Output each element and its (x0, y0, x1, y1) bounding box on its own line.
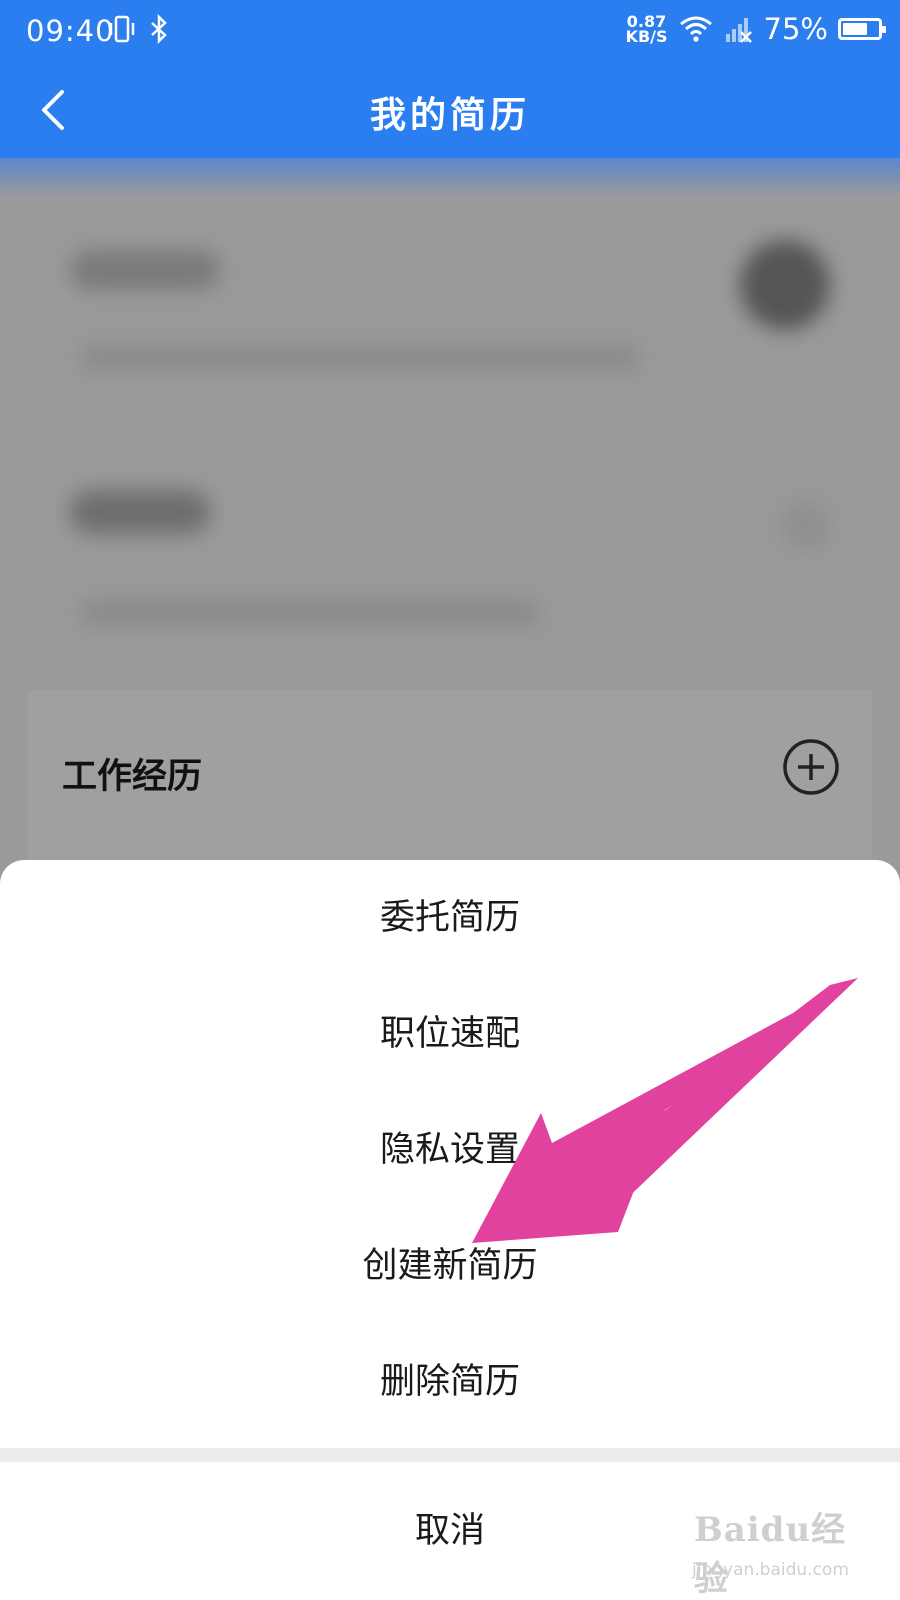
work-experience-card: 工作经历 (28, 690, 872, 870)
blurred-dot (780, 500, 830, 550)
signal-icon (725, 18, 752, 43)
menu-item-create-resume[interactable]: 创建新简历 (0, 1208, 900, 1324)
blurred-line (80, 345, 640, 371)
watermark: Baidu经验 jingyan.baidu.com (688, 1500, 878, 1599)
plus-circle-icon (783, 739, 839, 795)
status-bar: 09:40 0.87 KB/S 75% (0, 0, 900, 62)
blurred-line-2 (80, 600, 540, 626)
nav-bar: 我的简历 (0, 62, 900, 158)
battery-icon (838, 18, 886, 40)
speed-unit: KB/S (625, 27, 668, 46)
blurred-name (70, 250, 220, 290)
bluetooth-icon (151, 14, 167, 44)
menu-item-job-match[interactable]: 职位速配 (0, 976, 900, 1092)
status-right: 0.87 KB/S 75% (625, 12, 886, 46)
watermark-url: jingyan.baidu.com (692, 1560, 849, 1580)
sheet-divider (0, 1448, 900, 1462)
navbar-shadow (0, 158, 900, 198)
blurred-heading (70, 490, 210, 534)
menu-item-privacy-settings[interactable]: 隐私设置 (0, 1092, 900, 1208)
status-time: 09:40 (26, 14, 115, 48)
status-left-icons (108, 14, 170, 44)
work-experience-label: 工作经历 (62, 757, 203, 797)
vibrate-icon (109, 15, 135, 43)
action-sheet: 委托简历 职位速配 隐私设置 创建新简历 删除简历 取消 (0, 860, 900, 1600)
menu-item-entrust-resume[interactable]: 委托简历 (0, 860, 900, 976)
watermark-logo: Baidu经验 (694, 1510, 847, 1599)
blurred-avatar (740, 240, 830, 330)
wifi-icon (679, 16, 712, 42)
battery-fill (843, 23, 867, 35)
battery-percent: 75% (763, 12, 828, 46)
menu-item-delete-resume[interactable]: 删除简历 (0, 1324, 900, 1440)
network-speed: 0.87 KB/S (625, 14, 668, 46)
page-title: 我的简历 (369, 94, 530, 136)
